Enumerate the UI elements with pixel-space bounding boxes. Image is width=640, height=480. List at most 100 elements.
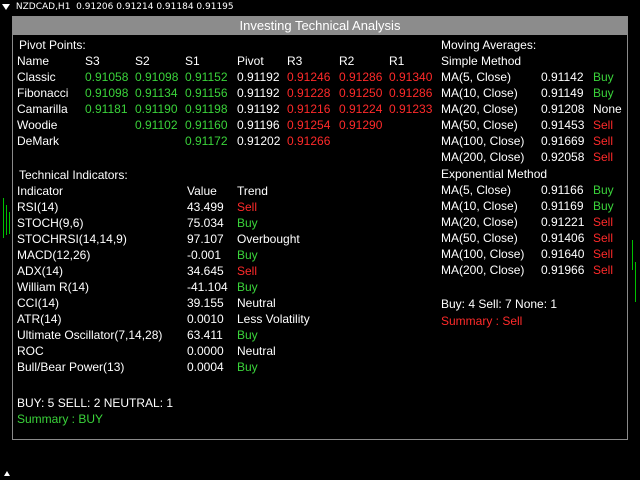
ma-signal: Sell <box>593 231 614 245</box>
ma-exp-heading: Exponential Method <box>441 167 548 181</box>
indicator-name: STOCH(9,6) <box>17 216 84 230</box>
indicator-name: STOCHRSI(14,14,9) <box>17 232 127 246</box>
pivot-header-s2: S2 <box>135 54 150 68</box>
indicator-trend: Sell <box>237 264 258 278</box>
pivot-cell-pivot: 0.91196 <box>237 118 280 132</box>
ma-value: 0.91166 <box>541 183 584 197</box>
indicator-value: 0.0004 <box>187 360 224 374</box>
candle-wick <box>632 240 633 270</box>
pivot-cell-s1: 0.91156 <box>185 86 228 100</box>
pivot-header-r2: R2 <box>339 54 355 68</box>
indicator-name: Bull/Bear Power(13) <box>17 360 125 374</box>
pivot-cell-r3: 0.91266 <box>287 134 331 148</box>
pivot-header-s3: S3 <box>85 54 100 68</box>
pivot-cell-s3: 0.91058 <box>85 70 129 84</box>
pivot-cell-pivot: 0.91202 <box>237 134 281 148</box>
ma-name: MA(50, Close) <box>441 118 518 132</box>
indicators-counts: BUY: 5 SELL: 2 NEUTRAL: 1 <box>17 396 174 410</box>
ma-value: 0.91149 <box>541 86 584 100</box>
ma-simple-heading: Simple Method <box>441 54 522 68</box>
ma-signal: Buy <box>593 70 614 84</box>
pivot-cell-r3: 0.91254 <box>287 118 331 132</box>
pivot-cell-s2: 0.91134 <box>135 86 178 100</box>
technical-analysis-panel: Investing Technical Analysis Pivot Point… <box>12 16 628 440</box>
ma-value: 0.91142 <box>541 70 584 84</box>
ma-name: MA(10, Close) <box>441 199 518 213</box>
ma-signal: Buy <box>593 183 614 197</box>
ma-signal: Buy <box>593 199 614 213</box>
pivot-cell-r3: 0.91216 <box>287 102 331 116</box>
pivot-cell-s1: 0.91160 <box>185 118 228 132</box>
ma-name: MA(100, Close) <box>441 247 525 261</box>
indicators-header-indicator: Indicator <box>17 184 64 198</box>
pivot-cell-pivot: 0.91192 <box>237 86 280 100</box>
triangle-up-icon <box>4 471 10 476</box>
ma-value: 0.91406 <box>541 231 585 245</box>
ma-name: MA(20, Close) <box>441 102 518 116</box>
ma-name: MA(200, Close) <box>441 150 525 164</box>
pivot-cell-s2: 0.91102 <box>135 118 178 132</box>
indicators-summary: Summary : BUY <box>17 412 104 426</box>
indicator-name: William R(14) <box>17 280 89 294</box>
indicators-header-trend: Trend <box>237 184 268 198</box>
ma-signal: Sell <box>593 134 614 148</box>
pivot-cell-r1: 0.91340 <box>389 70 433 84</box>
indicator-trend: Buy <box>237 216 258 230</box>
ma-signal: None <box>593 102 622 116</box>
indicator-value: 0.0010 <box>187 312 224 326</box>
pivot-header-r3: R3 <box>287 54 303 68</box>
ma-signal: Buy <box>593 86 614 100</box>
indicator-value: 43.499 <box>187 200 224 214</box>
indicator-name: Ultimate Oscillator(7,14,28) <box>17 328 163 342</box>
indicator-trend: Sell <box>237 200 258 214</box>
indicator-name: ATR(14) <box>17 312 62 326</box>
indicator-trend: Buy <box>237 328 258 342</box>
indicator-trend: Buy <box>237 360 258 374</box>
pivot-header-r1: R1 <box>389 54 405 68</box>
indicator-value: 63.411 <box>187 328 223 342</box>
pivot-row-name: Woodie <box>17 118 58 132</box>
pivot-cell-s3: 0.91098 <box>85 86 129 100</box>
indicator-value: -0.001 <box>187 248 222 262</box>
ma-signal: Sell <box>593 150 614 164</box>
indicator-value: 0.0000 <box>187 344 224 358</box>
pivot-cell-s1: 0.91152 <box>185 70 228 84</box>
ma-signal: Sell <box>593 118 614 132</box>
pivot-header-name: Name <box>17 54 50 68</box>
ma-name: MA(100, Close) <box>441 134 525 148</box>
indicator-value: 75.034 <box>187 216 224 230</box>
ma-counts: Buy: 4 Sell: 7 None: 1 <box>441 297 558 311</box>
ma-name: MA(200, Close) <box>441 263 525 277</box>
candle-wick <box>3 198 4 238</box>
indicators-header-value: Value <box>187 184 217 198</box>
ma-value: 0.91169 <box>541 199 584 213</box>
pivot-cell-pivot: 0.91192 <box>237 70 280 84</box>
indicator-name: CCI(14) <box>17 296 60 310</box>
pivot-cell-r2: 0.91290 <box>339 118 383 132</box>
indicator-name: ROC <box>17 344 44 358</box>
indicator-value: -41.104 <box>187 280 228 294</box>
ma-signal: Sell <box>593 215 614 229</box>
pivot-cell-pivot: 0.91192 <box>237 102 280 116</box>
candle-wick <box>9 212 10 234</box>
indicator-name: MACD(12,26) <box>17 248 91 262</box>
ma-value: 0.91640 <box>541 247 585 261</box>
ma-heading: Moving Averages: <box>441 38 537 52</box>
indicator-trend: Buy <box>237 248 258 262</box>
pivot-cell-s2: 0.91190 <box>135 102 178 116</box>
ma-name: MA(10, Close) <box>441 86 518 100</box>
ma-value: 0.91221 <box>541 215 585 229</box>
indicators-heading: Technical Indicators: <box>19 168 128 182</box>
pivot-row-name: Camarilla <box>17 102 68 116</box>
chart-header: NZDCAD,H1 0.91206 0.91214 0.91184 0.9119… <box>0 2 234 16</box>
ma-value: 0.91966 <box>541 263 585 277</box>
ma-value: 0.92058 <box>541 150 585 164</box>
ma-value: 0.91208 <box>541 102 585 116</box>
panel-title[interactable]: Investing Technical Analysis <box>13 17 627 35</box>
chevron-down-icon[interactable] <box>2 3 10 10</box>
pivot-cell-r2: 0.91250 <box>339 86 383 100</box>
ma-name: MA(20, Close) <box>441 215 518 229</box>
ma-name: MA(50, Close) <box>441 231 518 245</box>
pivot-cell-r1: 0.91286 <box>389 86 433 100</box>
indicator-trend: Neutral <box>237 344 276 358</box>
